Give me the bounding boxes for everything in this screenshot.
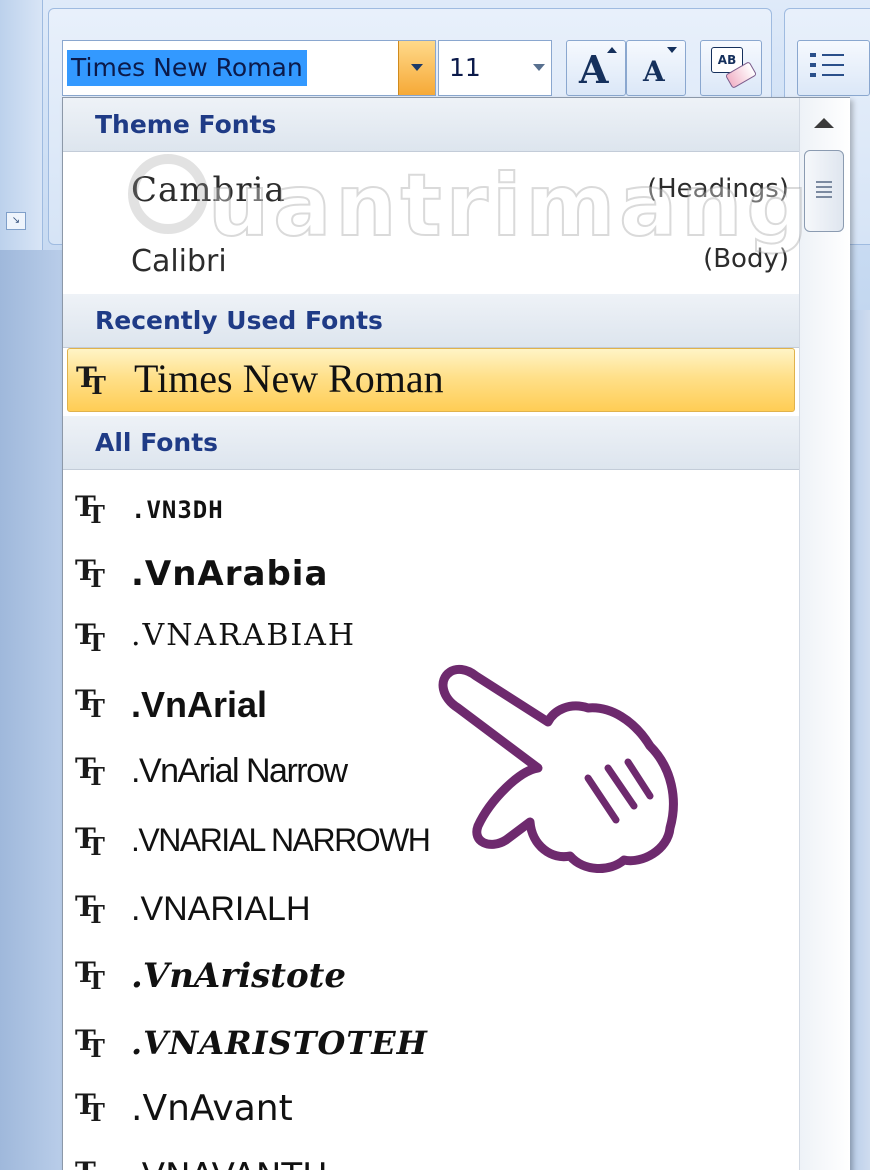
font-item-vnaristote[interactable]: TT .VnAristote <box>63 944 799 1012</box>
document-area-right <box>850 310 870 1170</box>
font-item-vn3dh[interactable]: TT .VN3DH <box>63 478 799 546</box>
shrink-font-button[interactable]: A <box>626 40 686 96</box>
font-item-calibri[interactable]: Calibri (Body) <box>63 226 799 296</box>
document-margin-left <box>0 250 62 1170</box>
shrink-font-glyph: A <box>643 55 665 88</box>
vertical-scrollbar[interactable] <box>799 98 850 1170</box>
triangle-up-icon <box>814 118 834 128</box>
font-item-label: Times New Roman <box>134 356 444 401</box>
font-dropdown-list[interactable]: Theme Fonts Cambria (Headings) Calibri (… <box>62 97 850 1170</box>
grip-icon <box>816 181 832 201</box>
font-item-vnarabia[interactable]: TT .VnArabia <box>63 542 799 610</box>
recent-fonts-header: Recently Used Fonts <box>63 294 799 348</box>
truetype-font-icon: TT <box>75 618 105 657</box>
grow-font-button[interactable]: A <box>566 40 626 96</box>
font-role-label: (Headings) <box>646 174 789 204</box>
truetype-font-icon: TT <box>75 752 105 791</box>
truetype-font-icon: TT <box>75 684 105 723</box>
caret-up-icon <box>607 47 617 53</box>
truetype-font-icon: TT <box>75 1024 105 1063</box>
grow-font-glyph: A <box>579 47 609 92</box>
font-name-combobox[interactable]: Times New Roman <box>62 40 436 96</box>
font-name-input[interactable]: Times New Roman <box>67 50 307 86</box>
font-item-vnavanth[interactable]: TT .VNAVANTH <box>63 1144 799 1170</box>
font-item-label: Cambria <box>131 170 286 210</box>
font-item-label: .VN3DH <box>131 496 224 524</box>
font-item-vnavant[interactable]: TT .VnAvant <box>63 1076 799 1144</box>
font-item-vnaristoteh[interactable]: TT .VNARISTOTEH <box>63 1012 799 1080</box>
font-item-cambria[interactable]: Cambria (Headings) <box>63 156 799 226</box>
font-role-label: (Body) <box>703 244 789 274</box>
font-item-label: .VNARIALH <box>131 890 311 928</box>
font-item-label: .VnArial Narrow <box>131 752 348 790</box>
font-item-label: Calibri <box>131 244 227 279</box>
truetype-font-icon: TT <box>75 554 105 593</box>
truetype-font-icon: TT <box>75 490 105 529</box>
caret-down-icon <box>667 47 677 53</box>
scroll-thumb[interactable] <box>804 150 844 232</box>
word-font-dropdown-screen: ↘ Times New Roman 11 A A AB Theme Fonts … <box>0 0 870 1170</box>
font-item-label: .VNARABIAH <box>131 618 357 653</box>
all-fonts-header: All Fonts <box>63 416 799 470</box>
truetype-font-icon: TT <box>75 890 105 929</box>
font-item-label: .VNARISTOTEH <box>131 1024 428 1062</box>
font-item-label: .VNARIAL NARROWH <box>131 822 431 858</box>
chevron-down-icon[interactable] <box>533 64 545 71</box>
font-list-scroll-area[interactable]: Theme Fonts Cambria (Headings) Calibri (… <box>63 98 799 1170</box>
font-item-label: .VnArial <box>131 684 268 725</box>
font-name-dropdown-button[interactable] <box>398 41 435 95</box>
bullet-list-icon <box>810 53 844 85</box>
font-item-label: .VNAVANTH <box>131 1156 328 1170</box>
truetype-font-icon: TT <box>75 1088 105 1127</box>
font-item-times-new-roman[interactable]: TT Times New Roman <box>67 348 795 412</box>
font-item-label: .VnAvant <box>131 1088 293 1129</box>
font-item-label: .VnAristote <box>131 956 347 996</box>
bullets-button[interactable] <box>797 40 870 96</box>
truetype-font-icon: TT <box>75 822 105 861</box>
pointing-hand-icon <box>438 664 678 874</box>
dialog-launcher-icon[interactable]: ↘ <box>6 212 26 230</box>
theme-fonts-header: Theme Fonts <box>63 98 799 152</box>
truetype-font-icon: TT <box>75 956 105 995</box>
font-item-label: .VnArabia <box>131 554 329 594</box>
font-size-input[interactable]: 11 <box>449 50 481 86</box>
font-size-combobox[interactable]: 11 <box>438 40 552 96</box>
truetype-font-icon: TT <box>75 1156 119 1170</box>
truetype-font-icon: TT <box>76 361 106 400</box>
clear-formatting-button[interactable]: AB <box>700 40 762 96</box>
chevron-down-icon <box>411 64 423 71</box>
scroll-up-button[interactable] <box>800 98 850 144</box>
